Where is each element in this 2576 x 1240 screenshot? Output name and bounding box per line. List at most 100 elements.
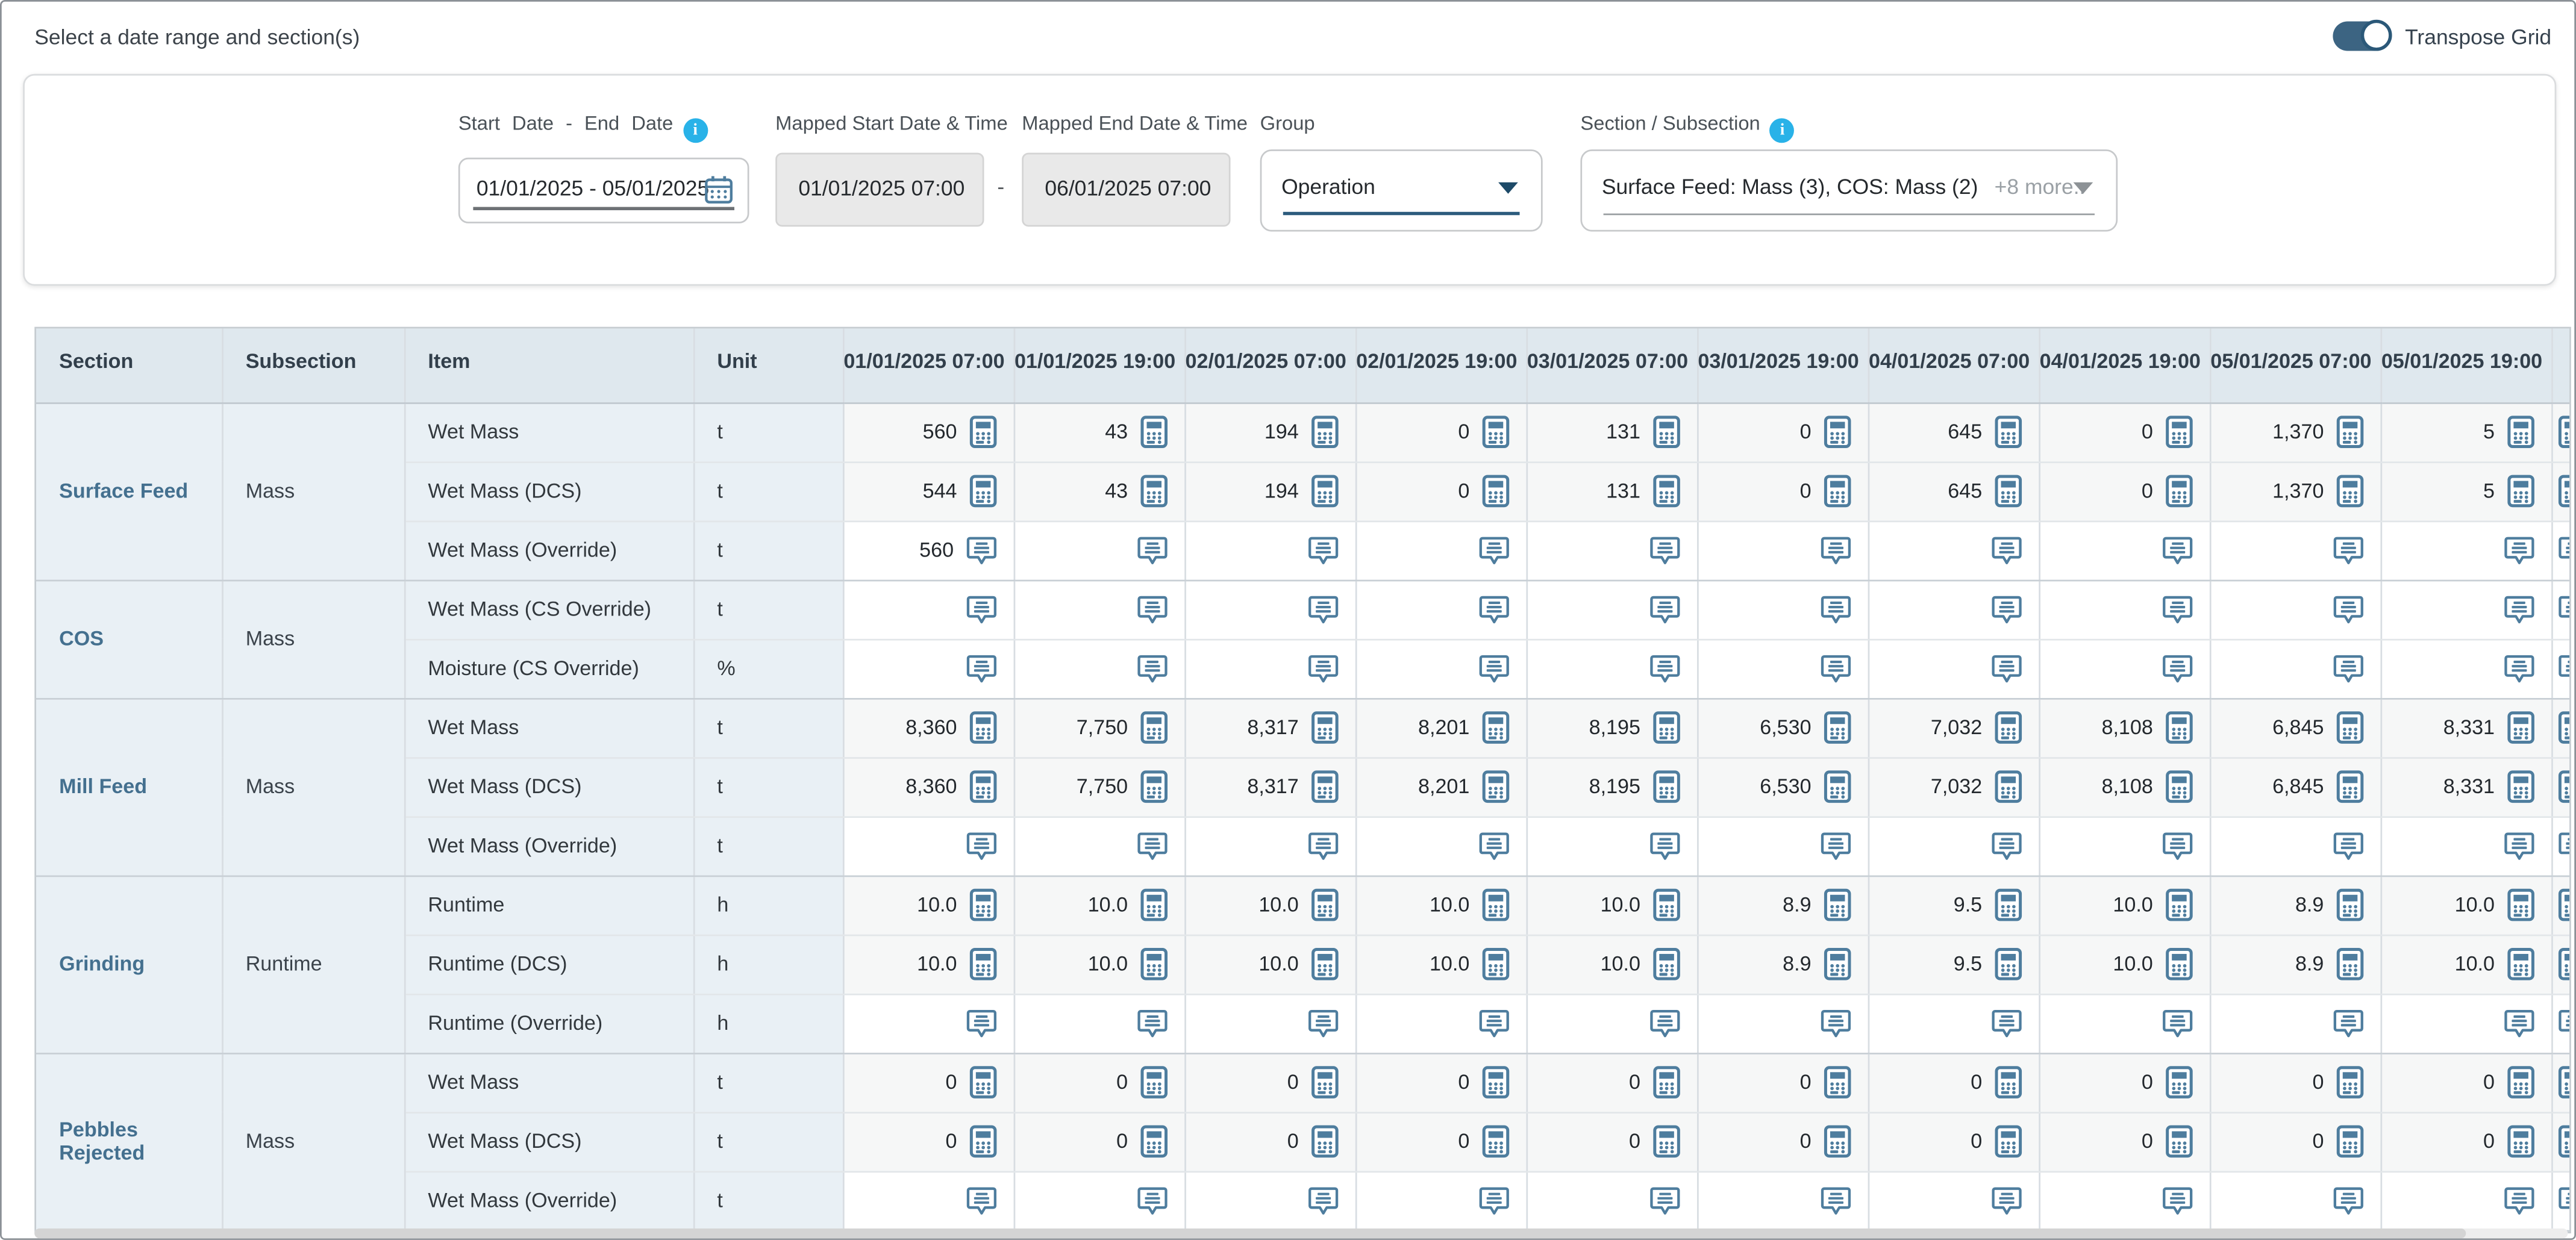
grid-cell[interactable]: 560 [843,402,1014,461]
grid-cell[interactable]: 0 [2039,1112,2210,1171]
calculator-icon[interactable] [1993,948,2021,981]
grid-cell[interactable] [1868,520,2039,579]
grid-cell[interactable]: 10.0 [843,935,1014,994]
grid-cell[interactable]: 6,845 [2210,757,2381,816]
comment-icon[interactable] [2332,1183,2363,1218]
grid-cell[interactable] [1697,1171,1868,1230]
comment-icon[interactable] [1649,533,1680,567]
comment-icon[interactable] [1649,829,1680,863]
grid-cell[interactable] [2039,1171,2210,1230]
grid-cell[interactable]: 194 [1184,461,1355,520]
grid-cell[interactable]: 9.5 [1868,876,2039,935]
grid-cell[interactable] [2039,520,2210,579]
comment-icon[interactable] [2332,533,2363,567]
grid-cell[interactable]: 560 [843,520,1014,579]
calculator-icon[interactable] [2335,416,2363,449]
calculator-icon[interactable] [969,1125,996,1158]
grid-cell[interactable]: 8.9 [2210,935,2381,994]
grid-cell[interactable]: 8,331 [2380,698,2551,757]
grid-cell[interactable] [2380,639,2551,698]
grid-cell[interactable]: 43 [1014,461,1185,520]
comment-icon[interactable] [1136,651,1168,685]
grid-cell[interactable]: 0 [1184,1112,1355,1171]
grid-cell[interactable]: 10.0 [1184,935,1355,994]
grid-cell[interactable]: 645 [1868,402,2039,461]
scrollbar-thumb[interactable] [34,1229,2466,1238]
grid-cell[interactable]: 8,201 [1355,698,1527,757]
grid-cell[interactable] [1355,1171,1527,1230]
comment-icon[interactable] [1478,651,1509,685]
grid-cell[interactable]: 10.0 [2380,876,2551,935]
comment-icon[interactable] [1990,651,2022,685]
comment-icon[interactable] [1136,533,1168,567]
grid-cell[interactable] [2039,580,2210,639]
grid-cell[interactable] [1526,994,1697,1053]
grid-cell[interactable]: 6,845 [2210,698,2381,757]
grid-cell[interactable] [1014,994,1185,1053]
calculator-icon[interactable] [969,770,996,803]
grid-cell[interactable]: 8,195 [1526,757,1697,816]
calculator-icon[interactable] [1993,1066,2021,1099]
calculator-icon[interactable] [1310,1066,1338,1099]
calculator-icon[interactable] [1993,711,2021,744]
grid-cell[interactable]: 5 [2380,402,2551,461]
grid-cell[interactable] [843,580,1014,639]
calculator-icon[interactable] [1139,711,1167,744]
calculator-icon[interactable] [1310,770,1338,803]
grid-cell[interactable] [1697,994,1868,1053]
comment-icon[interactable] [2332,592,2363,626]
grid-cell[interactable]: 0 [1697,461,1868,520]
grid-cell[interactable]: 7,032 [1868,698,2039,757]
grid-cell[interactable]: 8,331 [2380,757,2551,816]
comment-icon[interactable] [2503,651,2534,685]
grid-cell[interactable]: 8,201 [1355,757,1527,816]
grid-cell[interactable] [2210,816,2381,875]
calculator-icon[interactable] [1481,948,1508,981]
grid-cell[interactable]: 0 [1868,1112,2039,1171]
grid-cell[interactable]: 10.0 [1355,935,1527,994]
grid-cell[interactable]: 131 [1526,461,1697,520]
calculator-icon[interactable] [2506,711,2534,744]
calculator-icon[interactable] [2335,1125,2363,1158]
calculator-icon[interactable] [1993,888,2021,921]
date-range-input[interactable]: 01/01/2025 - 05/01/2025 [458,158,749,223]
comment-icon[interactable] [1649,651,1680,685]
comment-icon[interactable] [1307,592,1338,626]
calculator-icon[interactable] [1310,711,1338,744]
calculator-icon[interactable] [2165,888,2192,921]
comment-icon[interactable] [965,533,996,567]
calculator-icon[interactable] [1823,1066,1851,1099]
info-icon[interactable]: i [1770,118,1795,143]
grid-cell[interactable] [1184,994,1355,1053]
comment-icon[interactable] [1307,651,1338,685]
grid-cell[interactable]: 7,032 [1868,757,2039,816]
calculator-icon[interactable] [2165,416,2192,449]
calculator-icon[interactable] [1310,1125,1338,1158]
calculator-icon[interactable] [2335,888,2363,921]
calculator-icon[interactable] [1310,888,1338,921]
grid-cell[interactable] [2039,816,2210,875]
grid-cell[interactable]: 10.0 [1526,935,1697,994]
calculator-icon[interactable] [1823,770,1851,803]
grid-cell[interactable]: 0 [843,1112,1014,1171]
grid-cell[interactable]: 0 [1355,461,1527,520]
calculator-icon[interactable] [1481,1066,1508,1099]
grid-cell[interactable]: 0 [1014,1112,1185,1171]
grid-cell[interactable]: 7,750 [1014,757,1185,816]
grid-cell[interactable] [1697,816,1868,875]
calculator-icon[interactable] [1139,948,1167,981]
comment-icon[interactable] [1819,592,1851,626]
calculator-icon[interactable] [1823,711,1851,744]
grid-cell[interactable]: 5 [2380,461,2551,520]
calculator-icon[interactable] [969,416,996,449]
grid-cell[interactable] [2039,639,2210,698]
comment-icon[interactable] [1136,1006,1168,1040]
comment-icon[interactable] [2161,1183,2192,1218]
comment-icon[interactable] [965,1006,996,1040]
calculator-icon[interactable] [1139,1066,1167,1099]
grid-cell[interactable] [2380,1171,2551,1230]
comment-icon[interactable] [965,651,996,685]
grid-cell[interactable] [2210,520,2381,579]
comment-icon[interactable] [965,592,996,626]
comment-icon[interactable] [1819,829,1851,863]
